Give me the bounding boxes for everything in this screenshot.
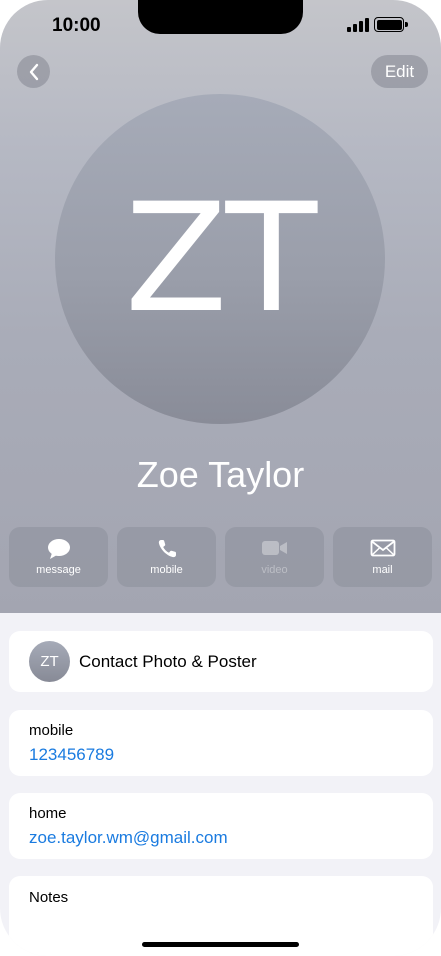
- home-indicator[interactable]: [142, 942, 299, 947]
- avatar: ZT: [29, 641, 70, 682]
- message-label: message: [36, 564, 81, 576]
- contact-photo-poster-row[interactable]: ZT Contact Photo & Poster: [9, 631, 433, 692]
- contact-screen: 10:00 Edit ZT Zoe Taylor message mobile …: [0, 0, 441, 956]
- dynamic-island: [138, 0, 303, 34]
- contact-photo-poster-label: Contact Photo & Poster: [79, 652, 257, 671]
- mobile-field-label: mobile: [29, 722, 74, 739]
- video-button[interactable]: video: [225, 527, 324, 587]
- mobile-label: mobile: [150, 564, 183, 576]
- mail-label: mail: [372, 564, 393, 576]
- battery-icon: [374, 17, 408, 32]
- home-email-link[interactable]: zoe.taylor.wm@gmail.com: [29, 828, 228, 848]
- envelope-icon: [370, 539, 395, 557]
- message-bubble-icon: [47, 539, 70, 559]
- video-camera-icon: [261, 541, 287, 555]
- edit-button[interactable]: Edit: [371, 55, 428, 88]
- notes-label: Notes: [29, 889, 69, 906]
- back-button[interactable]: [17, 55, 50, 88]
- mail-button[interactable]: mail: [333, 527, 432, 587]
- status-time: 10:00: [52, 15, 101, 36]
- avatar-initials: ZT: [124, 172, 317, 346]
- video-label: video: [261, 564, 288, 576]
- home-field-label: home: [29, 805, 67, 822]
- mobile-number-link[interactable]: 123456789: [29, 745, 114, 765]
- contact-avatar[interactable]: ZT: [55, 94, 385, 424]
- mobile-field-card: mobile 123456789: [9, 710, 433, 776]
- status-bar: 10:00: [0, 0, 441, 54]
- phone-icon: [158, 540, 176, 558]
- contact-name: Zoe Taylor: [136, 454, 305, 495]
- message-button[interactable]: message: [9, 527, 108, 587]
- signal-icon: [347, 18, 369, 32]
- quick-actions: message mobile video mail: [9, 527, 433, 587]
- chevron-left-icon: [29, 63, 38, 80]
- home-email-card: home zoe.taylor.wm@gmail.com: [9, 793, 433, 859]
- call-mobile-button[interactable]: mobile: [117, 527, 216, 587]
